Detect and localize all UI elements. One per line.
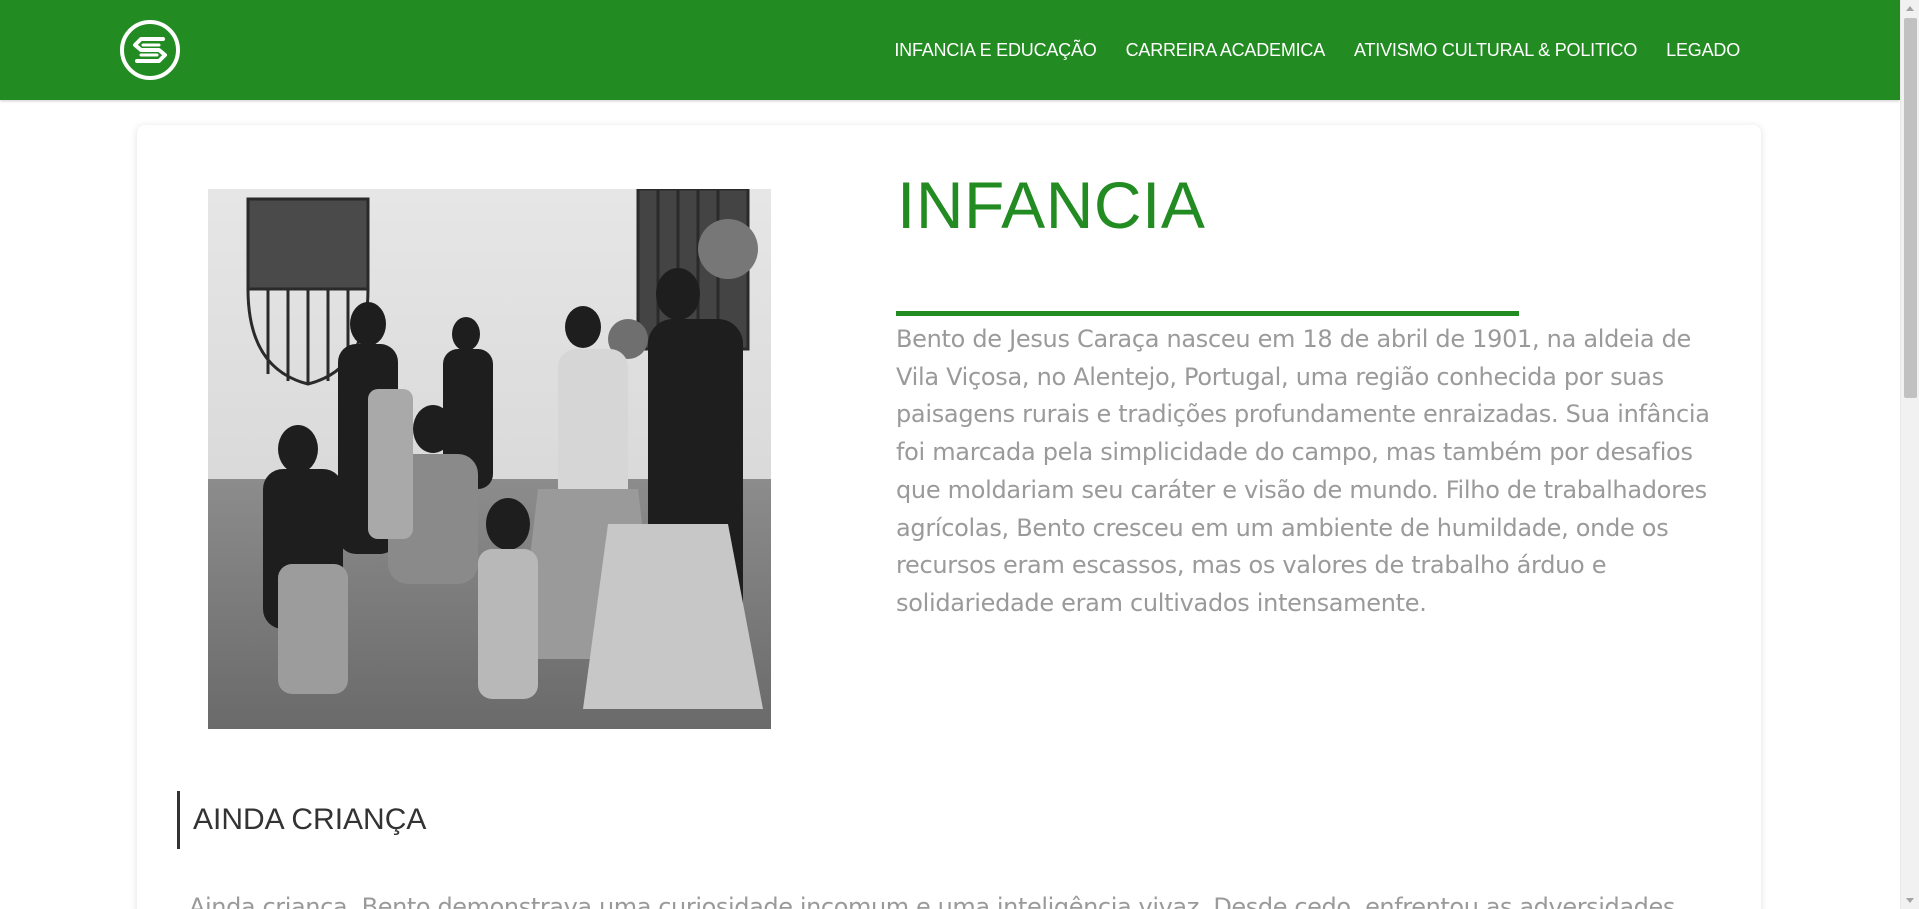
content-card: INFANCIA Bento de Jesus Caraça nasceu em… xyxy=(137,125,1761,909)
subheading-ainda-crianca: AINDA CRIANÇA xyxy=(193,803,427,836)
body-paragraph: Ainda criança, Bento demonstrava uma cur… xyxy=(189,893,1675,909)
intro-paragraph: Bento de Jesus Caraça nasceu em 18 de ab… xyxy=(896,325,1710,617)
nav-link-legado[interactable]: LEGADO xyxy=(1666,40,1740,61)
scroll-up-arrow-icon[interactable] xyxy=(1906,6,1914,11)
vertical-scrollbar[interactable] xyxy=(1900,0,1919,909)
subheading-block: AINDA CRIANÇA xyxy=(177,791,426,849)
family-photo-image xyxy=(208,189,771,729)
page: INFANCIA E EDUCAÇÃO CARREIRA ACADEMICA A… xyxy=(0,0,1919,909)
logo-icon[interactable] xyxy=(119,19,181,81)
title-underline xyxy=(896,311,1519,316)
scroll-thumb[interactable] xyxy=(1904,18,1917,398)
nav-menu: INFANCIA E EDUCAÇÃO CARREIRA ACADEMICA A… xyxy=(894,0,1740,100)
scroll-down-arrow-icon[interactable] xyxy=(1906,898,1914,903)
section-title: INFANCIA xyxy=(897,168,1206,242)
nav-link-infancia-educacao[interactable]: INFANCIA E EDUCAÇÃO xyxy=(894,40,1096,61)
top-navbar: INFANCIA E EDUCAÇÃO CARREIRA ACADEMICA A… xyxy=(0,0,1900,100)
nav-link-ativismo[interactable]: ATIVISMO CULTURAL & POLITICO xyxy=(1354,40,1637,61)
nav-link-carreira-academica[interactable]: CARREIRA ACADEMICA xyxy=(1126,40,1326,61)
